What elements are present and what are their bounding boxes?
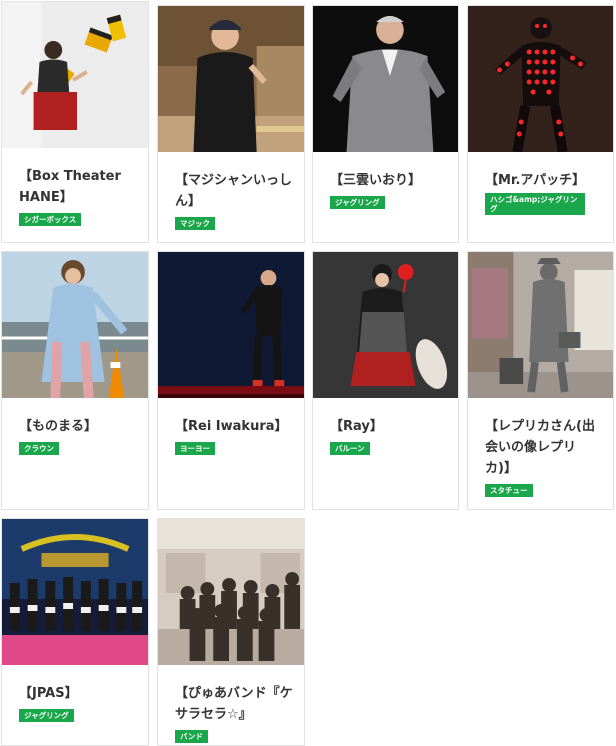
performer-name-text: 【Rei Iwakura】 (175, 419, 288, 434)
performer-card-ray[interactable]: 【Ray】 バルーン (312, 251, 459, 510)
performer-name-text: 【三雲いおり】 (330, 173, 422, 188)
performer-name-text: 【Mr.アパッチ】 (485, 173, 586, 188)
performer-card-monomaru[interactable]: 【ものまる】 クラウン (1, 251, 149, 510)
performer-name: 【JPAS】 ジャグリング (19, 683, 140, 725)
performer-name-text: 【Ray】 (330, 419, 383, 434)
performer-name: 【マジシャンいっしん】 マジック (175, 170, 296, 233)
performer-photo (313, 252, 458, 398)
performer-name-text: 【レプリカさん(出会いの像レプリカ)】 (485, 419, 595, 476)
category-badge: ジャグリング (19, 709, 74, 722)
category-badge: バルーン (330, 442, 370, 455)
category-badge: クラウン (19, 442, 59, 455)
performer-name: 【三雲いおり】 ジャグリング (330, 170, 450, 212)
performer-card-rei-iwakura[interactable]: 【Rei Iwakura】 ヨーヨー (157, 251, 305, 510)
category-badge: ジャグリング (330, 196, 385, 209)
performer-photo (158, 252, 304, 398)
performer-name: 【ぴゅあバンド『ケサラセラ☆』 バンド (175, 683, 296, 746)
performer-name-text: 【JPAS】 (19, 686, 78, 701)
performer-card-replica-san[interactable]: 【レプリカさん(出会いの像レプリカ)】 スタチュー (467, 251, 614, 510)
performer-photo (468, 252, 613, 398)
performer-card-box-theater-hane[interactable]: 【Box Theater HANE】 シガーボックス (1, 1, 149, 243)
performer-photo (158, 6, 304, 152)
performer-name: 【Ray】 バルーン (330, 416, 450, 458)
performer-grid: 【Box Theater HANE】 シガーボックス 【マジシャンいっしん】 マ… (0, 0, 616, 746)
performer-name-text: 【ものまる】 (19, 419, 98, 434)
performer-name: 【Box Theater HANE】 シガーボックス (19, 166, 140, 229)
performer-name: 【レプリカさん(出会いの像レプリカ)】 スタチュー (485, 416, 605, 500)
performer-photo (2, 2, 148, 148)
performer-name-text: 【Box Theater HANE】 (19, 169, 121, 205)
performer-photo (468, 6, 613, 152)
performer-card-magician-isshin[interactable]: 【マジシャンいっしん】 マジック (157, 5, 305, 243)
performer-card-jpas[interactable]: 【JPAS】 ジャグリング (1, 518, 149, 746)
performer-name: 【ものまる】 クラウン (19, 416, 140, 458)
performer-card-mikumo-iori[interactable]: 【三雲いおり】 ジャグリング (312, 5, 459, 243)
category-badge: マジック (175, 217, 215, 230)
performer-photo (2, 252, 148, 398)
category-badge: ヨーヨー (175, 442, 215, 455)
category-badge: スタチュー (485, 484, 533, 497)
performer-photo (313, 6, 458, 152)
performer-card-pure-band[interactable]: 【ぴゅあバンド『ケサラセラ☆』 バンド (157, 518, 305, 746)
category-badge: ハシゴ&amp;ジャグリング (485, 193, 585, 215)
performer-photo (158, 519, 304, 665)
category-badge: バンド (175, 730, 208, 743)
performer-card-mr-apache[interactable]: 【Mr.アパッチ】 ハシゴ&amp;ジャグリング (467, 5, 614, 243)
category-badge: シガーボックス (19, 213, 82, 226)
performer-name: 【Rei Iwakura】 ヨーヨー (175, 416, 296, 458)
performer-name: 【Mr.アパッチ】 ハシゴ&amp;ジャグリング (485, 170, 605, 218)
performer-name-text: 【マジシャンいっしん】 (175, 173, 293, 209)
performer-photo (2, 519, 148, 665)
performer-name-text: 【ぴゅあバンド『ケサラセラ☆』 (175, 686, 293, 722)
